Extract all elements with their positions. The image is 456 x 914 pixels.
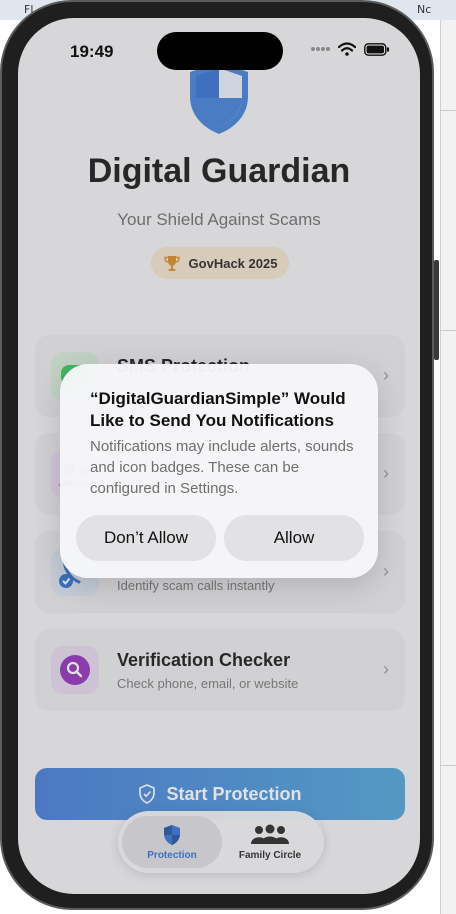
phone-screen: 19:49 Digital Guardian Your Shield Again…	[18, 18, 420, 894]
battery-icon	[364, 42, 389, 56]
desktop-tab-right[interactable]: Nc	[417, 3, 431, 16]
dont-allow-button[interactable]: Don’t Allow	[76, 515, 216, 561]
notification-permission-alert: “DigitalGuardianSimple” Would Like to Se…	[60, 364, 378, 578]
desktop-divider	[440, 765, 456, 766]
status-bar: 19:49	[18, 18, 420, 78]
phone-frame: 19:49 Digital Guardian Your Shield Again…	[2, 2, 439, 908]
alert-title: “DigitalGuardianSimple” Would Like to Se…	[90, 389, 346, 430]
status-time: 19:49	[70, 42, 114, 61]
desktop-side-panel	[440, 20, 456, 914]
allow-button[interactable]: Allow	[224, 515, 364, 561]
desktop-divider	[440, 110, 456, 111]
dynamic-island	[157, 32, 283, 70]
alert-message: Notifications may include alerts, sounds…	[90, 438, 354, 497]
signal-dots-icon	[311, 47, 330, 51]
wifi-icon	[338, 42, 356, 56]
desktop-divider	[440, 330, 456, 331]
status-icons	[310, 42, 390, 56]
power-button	[434, 260, 439, 360]
